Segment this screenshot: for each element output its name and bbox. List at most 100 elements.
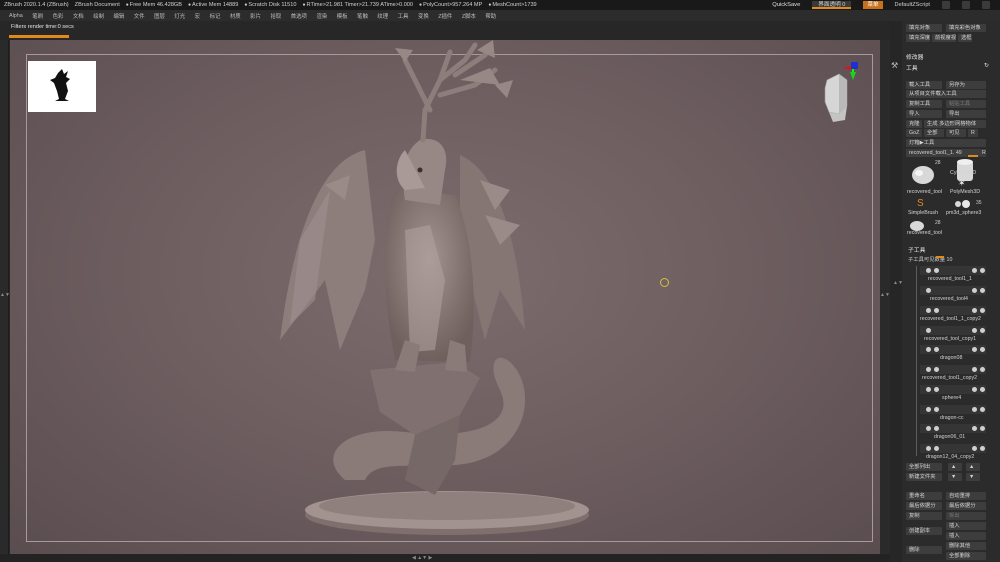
load-from-project-button[interactable]: 从项目文件载入工具 [906, 90, 986, 98]
tool-thumb-label[interactable]: pm3d_sphere3 [946, 210, 981, 216]
menu-item[interactable]: 绘制 [93, 12, 104, 20]
right-shelf[interactable]: ▲▼ [880, 40, 890, 554]
subtool-row[interactable] [920, 306, 986, 315]
subtool-row[interactable] [920, 405, 986, 414]
goz-all-button[interactable]: 全部 [924, 129, 944, 137]
menu-item[interactable]: Z脚本 [462, 12, 476, 20]
tool-header[interactable]: 工具 [906, 63, 918, 72]
tool-thumb-label[interactable]: SimpleBrush [908, 210, 938, 216]
quicksave-button[interactable]: QuickSave [772, 2, 800, 8]
slider-knob[interactable] [936, 256, 944, 258]
menu-item[interactable]: 首选项 [291, 12, 307, 20]
last-by-button[interactable]: 最后依据分 [906, 502, 942, 510]
navigator-thumbnail[interactable] [28, 61, 96, 112]
tool-thumb-label[interactable]: Cylinder3D [950, 170, 976, 176]
delete-others-button[interactable]: 删除其他 [946, 542, 986, 550]
menu-item[interactable]: 灯光 [174, 12, 185, 20]
fill-color-object-button[interactable]: 填充彩色对象 [946, 24, 986, 32]
goz-visible-button[interactable]: 可见 [946, 129, 966, 137]
subtool-row[interactable] [920, 444, 986, 453]
make-polymesh-button[interactable]: 生成 多边形网格物体 [924, 120, 986, 128]
move-up-icon[interactable]: ▼ [948, 473, 962, 481]
menu-item[interactable]: 工具 [398, 12, 409, 20]
menu-item[interactable]: 标记 [210, 12, 221, 20]
tool-thumb-label[interactable]: recovered_tool [907, 230, 942, 236]
tray-strip[interactable]: ⚒ ▲▼ [890, 21, 903, 562]
copy-tool-button[interactable]: 复制工具 [906, 100, 942, 108]
subtool-name[interactable]: recovered_tool1_copy2 [922, 375, 977, 381]
expand-bottom-icon[interactable]: ◀ ▲▼ ▶ [412, 555, 432, 561]
current-tool-slider[interactable]: recovered_tool1_1. 49 R [906, 149, 986, 157]
list-all-button[interactable]: 全部列出 [906, 463, 942, 471]
simplebrush-icon[interactable]: S [917, 198, 924, 209]
menu-item[interactable]: 笔刷 [32, 12, 43, 20]
import-button[interactable]: 导入 [906, 110, 942, 118]
menu-item[interactable]: 纹理 [377, 12, 388, 20]
subtool-name[interactable]: dragon-cc [940, 415, 964, 421]
subtool-row[interactable] [920, 365, 986, 374]
delete-all-button[interactable]: 全部删除 [946, 552, 986, 560]
fill-object-button[interactable]: 填充对象 [906, 24, 942, 32]
split-button[interactable]: 拆出 [946, 512, 986, 520]
maximize-button[interactable] [962, 1, 970, 9]
menu-item[interactable]: 文档 [73, 12, 84, 20]
menu-item[interactable]: 文件 [134, 12, 145, 20]
subtool-name[interactable]: recovered_tool_copy1 [924, 336, 976, 342]
menu-item[interactable]: 编辑 [113, 12, 124, 20]
expand-right-icon[interactable]: ▲▼ [880, 292, 890, 298]
duplicate-button[interactable]: 复制 [906, 512, 942, 520]
dragon-model[interactable] [255, 40, 610, 554]
insert-button[interactable]: 插入 [946, 522, 986, 530]
menu-item[interactable]: 帮助 [485, 12, 496, 20]
left-shelf[interactable]: ▲▼ [0, 40, 10, 554]
expand-left-icon[interactable]: ▲▼ [0, 292, 10, 298]
menu-item[interactable]: 笔触 [357, 12, 368, 20]
script-selector[interactable]: DefaultZScript [895, 2, 930, 8]
menu-item[interactable]: 模板 [337, 12, 348, 20]
new-folder-button[interactable]: 新建文件夹 [906, 473, 942, 481]
subtool-row[interactable] [920, 266, 986, 275]
subtool-visible-slider[interactable]: 子工具可见数量 10 [906, 256, 972, 264]
sphere-icon[interactable] [952, 198, 976, 210]
insert-button[interactable]: 插入 [946, 532, 986, 540]
subtool-row[interactable] [920, 424, 986, 433]
tool-thumb-label[interactable]: PolyMesh3D [950, 189, 980, 195]
menu-item[interactable]: 影片 [250, 12, 261, 20]
subtool-name[interactable]: sphere4 [942, 395, 961, 401]
rename-button[interactable]: 重命名 [906, 492, 942, 500]
paste-tool-button[interactable]: 粘贴工具 [946, 100, 986, 108]
polymesh-star-icon[interactable]: ✶ [958, 178, 966, 189]
menu-item[interactable]: 变换 [418, 12, 429, 20]
tool-thumb-label[interactable]: recovered_tool [907, 189, 942, 195]
menu-item[interactable]: 宏 [195, 12, 200, 20]
move-down-icon[interactable]: ▼ [966, 473, 980, 481]
document-canvas[interactable] [10, 40, 880, 554]
load-tool-button[interactable]: 载入工具 [906, 81, 942, 89]
export-button[interactable]: 导出 [946, 110, 986, 118]
auto-reorder-button[interactable]: 自动重排 [946, 492, 986, 500]
close-button[interactable] [982, 1, 990, 9]
transparency-slider[interactable]: 界面透明 0 [812, 1, 852, 9]
subtool-row[interactable] [920, 286, 986, 295]
move-up-icon[interactable]: ▲ [948, 463, 962, 471]
clone-button[interactable]: 克隆 [906, 120, 922, 128]
subtool-header[interactable]: 子工具 [908, 245, 925, 254]
subtool-name[interactable]: recovered_tool4 [930, 296, 968, 302]
menu-item[interactable]: Alpha [9, 13, 23, 19]
move-down-icon[interactable]: ▲ [966, 463, 980, 471]
fill-depth-button[interactable]: 填充深度 [906, 34, 930, 42]
subtool-name[interactable]: recovered_tool1_1_copy2 [920, 316, 981, 322]
tray-collapse-icon[interactable]: ▲▼ [893, 280, 903, 286]
subtool-name[interactable]: recovered_tool1_1 [928, 276, 972, 282]
subtool-row[interactable] [920, 326, 986, 335]
current-tool-r[interactable]: R [982, 149, 986, 157]
tool-hammer-icon[interactable]: ⚒ [891, 61, 898, 70]
modifier-header[interactable]: 修改器 [906, 52, 923, 61]
subtool-name[interactable]: dragon12_04_copy2 [926, 454, 974, 460]
lightbox-tools-button[interactable]: 灯箱▶工具 [906, 139, 986, 147]
menu-item[interactable]: Z插件 [438, 12, 452, 20]
goz-r-button[interactable]: R [968, 129, 978, 137]
reset-icon[interactable]: ↻ [984, 63, 989, 69]
marquee-button[interactable]: 选框 [958, 34, 972, 42]
make-copy-button[interactable]: 创建副本 [906, 527, 942, 535]
